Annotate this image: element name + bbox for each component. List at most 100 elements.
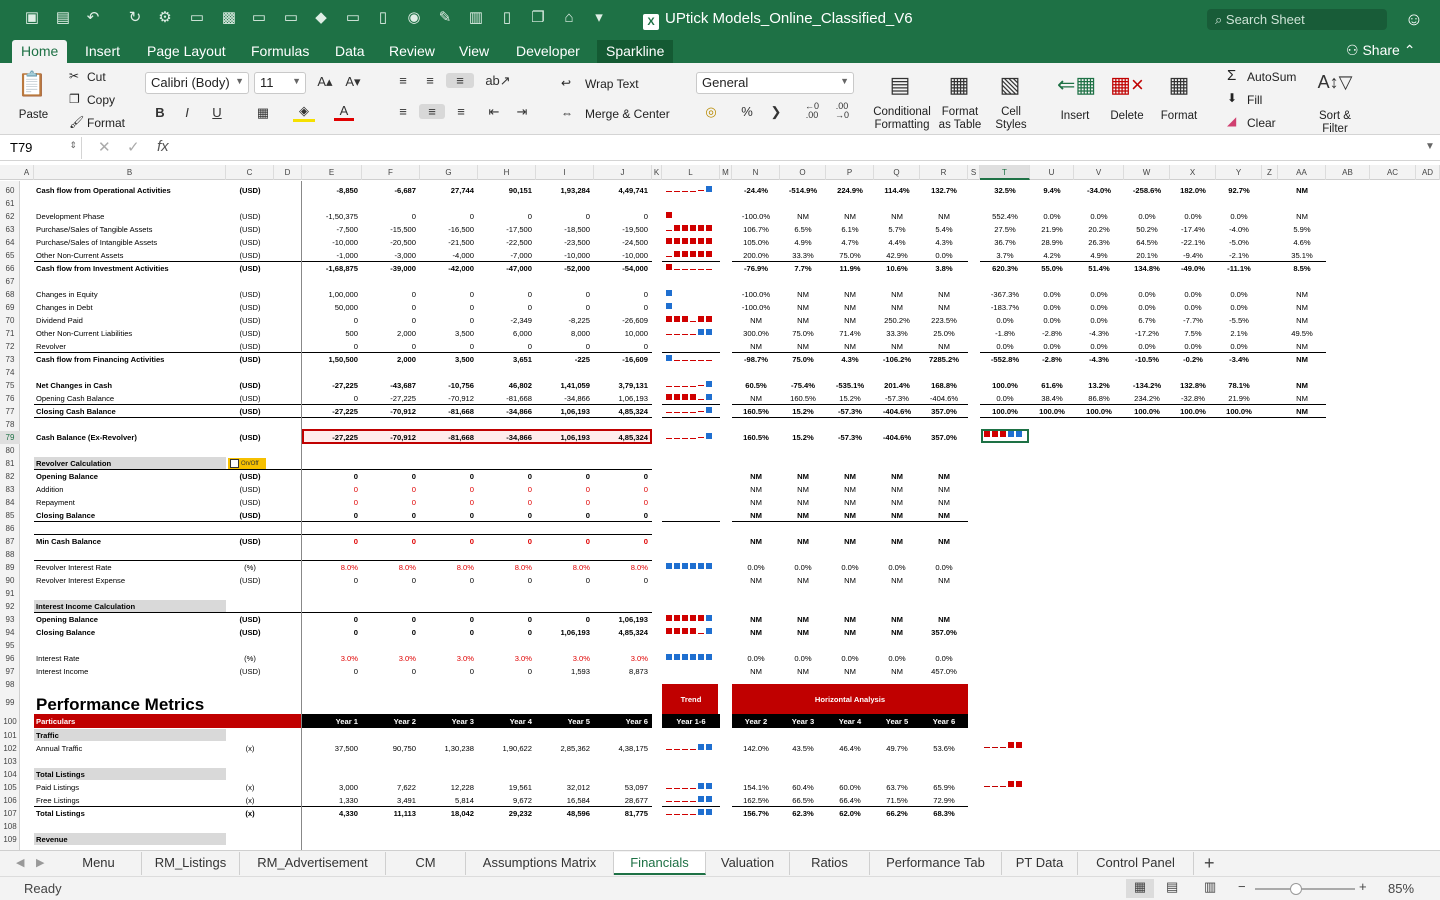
row-header-84[interactable]: 84 — [0, 496, 20, 509]
decrease-indent-icon[interactable]: ⇤ — [483, 104, 505, 120]
picture-icon[interactable]: ▭ — [250, 9, 268, 27]
cancel-icon[interactable]: ✕ — [98, 138, 111, 156]
row-header-73[interactable]: 73 — [0, 353, 20, 366]
row-header-92[interactable]: 92 — [0, 600, 20, 613]
underline-icon[interactable]: U — [207, 105, 227, 120]
row-header-79[interactable]: 79 — [0, 431, 20, 444]
row-header-74[interactable]: 74 — [0, 366, 20, 379]
sheet-tab-rm-listings[interactable]: RM_Listings — [142, 852, 240, 875]
textbox-icon[interactable]: ▭ — [344, 9, 362, 27]
column-header-c[interactable]: C — [226, 165, 274, 180]
percent-icon[interactable]: % — [737, 104, 757, 119]
row-header-80[interactable]: 80 — [0, 444, 20, 457]
decrease-font-icon[interactable]: A▾ — [341, 74, 365, 90]
formula-input[interactable] — [185, 137, 1415, 159]
phone-icon[interactable]: ▯ — [498, 9, 516, 27]
column-header-m[interactable]: M — [720, 165, 732, 180]
sheet-tab-cm[interactable]: CM — [386, 852, 466, 875]
zoom-in-icon[interactable]: + — [1359, 879, 1367, 894]
column-header-d[interactable]: D — [274, 165, 302, 180]
tab-home[interactable]: Home — [12, 40, 68, 63]
row-header-102[interactable]: 102 — [0, 742, 20, 755]
sidebar-icon[interactable]: ▣ — [23, 9, 41, 27]
orientation-icon[interactable]: ab↗ — [484, 73, 512, 89]
row-header-72[interactable]: 72 — [0, 340, 20, 353]
normal-view-icon[interactable]: ▦ — [1126, 879, 1154, 898]
column-header-q[interactable]: Q — [874, 165, 920, 180]
row-header-63[interactable]: 63 — [0, 223, 20, 236]
search-sheet-input[interactable]: ⌕ Search Sheet — [1207, 9, 1387, 30]
column-header-t[interactable]: T — [980, 165, 1030, 180]
tab-page-layout[interactable]: Page Layout — [138, 40, 235, 63]
checkbox-icon[interactable] — [230, 459, 239, 468]
fill-color-icon[interactable]: ◈ — [293, 103, 315, 122]
column-header-ad[interactable]: AD — [1416, 165, 1440, 180]
shapes-icon[interactable]: ◆ — [312, 9, 330, 27]
share-button[interactable]: ⚇ Share ⌃ — [1346, 42, 1415, 59]
increase-indent-icon[interactable]: ⇥ — [511, 104, 533, 120]
sheet-tab-performance-tab[interactable]: Performance Tab — [870, 852, 1002, 875]
align-center-icon[interactable]: ≡ — [419, 104, 445, 119]
decrease-decimal-icon[interactable]: .00 →0 — [829, 102, 855, 120]
align-top-icon[interactable]: ≡ — [392, 73, 414, 88]
column-header-i[interactable]: I — [536, 165, 594, 180]
row-header-85[interactable]: 85 — [0, 509, 20, 522]
column-header-e[interactable]: E — [302, 165, 362, 180]
row-header-106[interactable]: 106 — [0, 794, 20, 807]
row-header-77[interactable]: 77 — [0, 405, 20, 418]
row-header-87[interactable]: 87 — [0, 535, 20, 548]
align-left-icon[interactable]: ≡ — [392, 104, 414, 119]
italic-icon[interactable]: I — [177, 105, 197, 120]
enter-icon[interactable]: ✓ — [127, 138, 140, 156]
scroll-right-icon[interactable]: ▶ — [36, 856, 44, 869]
column-header-x[interactable]: X — [1170, 165, 1216, 180]
row-header-64[interactable]: 64 — [0, 236, 20, 249]
align-right-icon[interactable]: ≡ — [450, 104, 472, 119]
form-icon[interactable]: ▭ — [188, 9, 206, 27]
row-header-91[interactable]: 91 — [0, 587, 20, 600]
row-header-90[interactable]: 90 — [0, 574, 20, 587]
comma-icon[interactable]: ❯ — [766, 104, 786, 120]
row-header-62[interactable]: 62 — [0, 210, 20, 223]
row-header-98[interactable]: 98 — [0, 678, 20, 691]
row-header-95[interactable]: 95 — [0, 639, 20, 652]
save-icon[interactable]: ▤ — [54, 9, 72, 27]
expand-formula-icon[interactable]: ▼ — [1425, 141, 1435, 152]
paste-button[interactable]: 📋 Paste — [10, 67, 55, 122]
layout-icon[interactable]: ▥ — [467, 9, 485, 27]
column-header-l[interactable]: L — [662, 165, 720, 180]
sheet-tab-ratios[interactable]: Ratios — [790, 852, 870, 875]
tab-sparkline[interactable]: Sparkline — [597, 40, 674, 63]
row-header-96[interactable]: 96 — [0, 652, 20, 665]
macro-icon[interactable]: ⚙ — [156, 9, 174, 27]
row-header-76[interactable]: 76 — [0, 392, 20, 405]
column-header-y[interactable]: Y — [1216, 165, 1262, 180]
clear-button[interactable]: ◢ Clear — [1224, 112, 1288, 132]
insert-function-icon[interactable]: fx — [157, 138, 169, 155]
align-bottom-icon[interactable]: ≡ — [446, 73, 474, 88]
row-header-70[interactable]: 70 — [0, 314, 20, 327]
sheet-tab-rm-advertisement[interactable]: RM_Advertisement — [240, 852, 386, 875]
column-header-h[interactable]: H — [478, 165, 536, 180]
feedback-icon[interactable]: ☺ — [1403, 8, 1425, 30]
column-header-b[interactable]: B — [34, 165, 226, 180]
tab-review[interactable]: Review — [380, 40, 444, 63]
row-header-81[interactable]: 81 — [0, 457, 20, 470]
column-header-w[interactable]: W — [1124, 165, 1170, 180]
row-header-86[interactable]: 86 — [0, 522, 20, 535]
row-header-94[interactable]: 94 — [0, 626, 20, 639]
row-header-69[interactable]: 69 — [0, 301, 20, 314]
zoom-slider[interactable] — [1255, 883, 1355, 895]
autosum-button[interactable]: Σ AutoSum — [1224, 66, 1306, 86]
tab-formulas[interactable]: Formulas — [242, 40, 318, 63]
column-header-aa[interactable]: AA — [1278, 165, 1326, 180]
home-icon[interactable]: ⌂ — [560, 9, 578, 27]
row-header-78[interactable]: 78 — [0, 418, 20, 431]
copy-icon[interactable]: ❐ — [529, 9, 547, 27]
column-header-z[interactable]: Z — [1262, 165, 1278, 180]
tab-developer[interactable]: Developer — [507, 40, 589, 63]
add-sheet-icon[interactable]: + — [1204, 853, 1215, 874]
bold-icon[interactable]: B — [150, 105, 170, 120]
row-header-99[interactable]: 99 — [0, 691, 20, 715]
zoom-level[interactable]: 85% — [1388, 881, 1414, 896]
